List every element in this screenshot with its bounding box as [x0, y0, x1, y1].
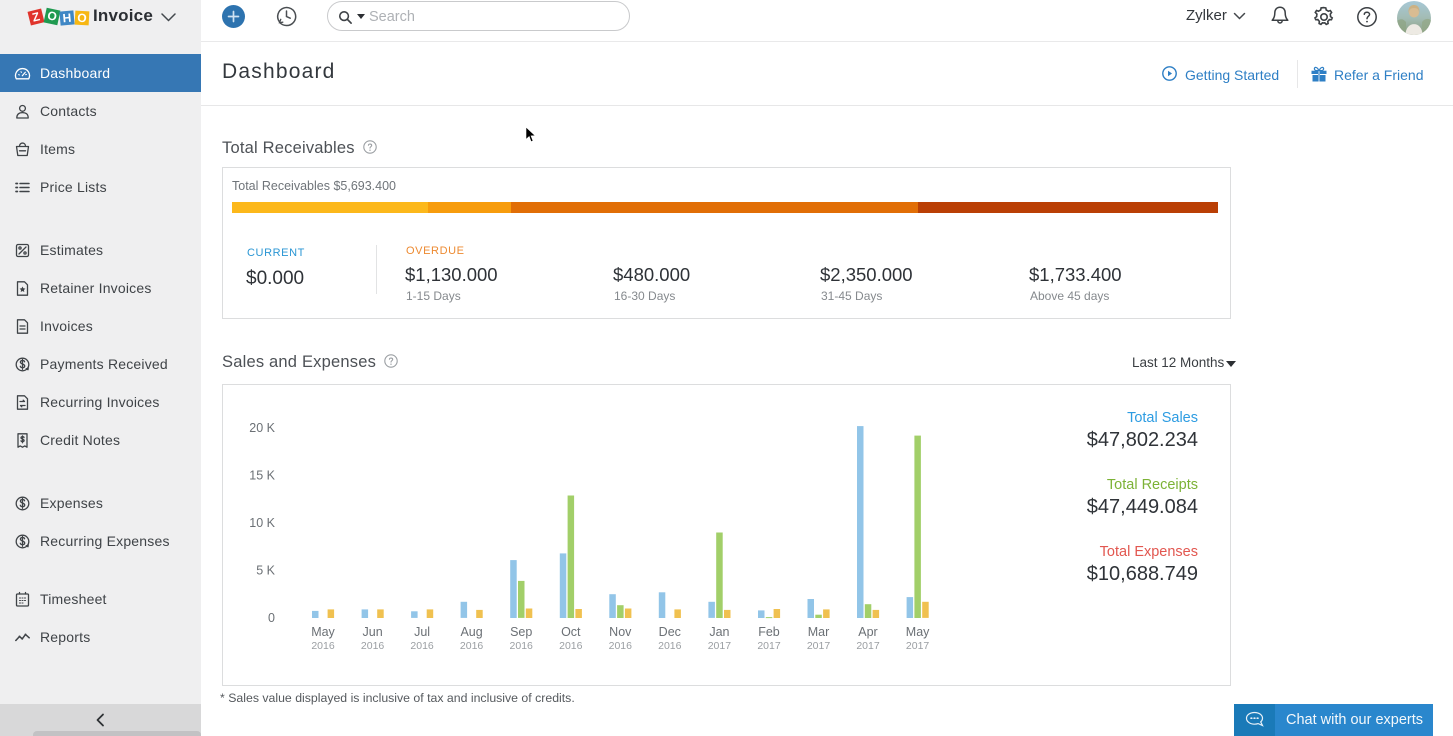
svg-text:2017: 2017 — [856, 640, 880, 652]
svg-text:2017: 2017 — [757, 640, 781, 652]
svg-text:5 K: 5 K — [256, 564, 275, 578]
svg-text:2016: 2016 — [460, 640, 484, 652]
svg-text:Mar: Mar — [808, 625, 830, 639]
svg-text:Sep: Sep — [510, 625, 532, 639]
svg-text:Total Sales: Total Sales — [1127, 410, 1198, 426]
svg-text:2016: 2016 — [361, 640, 385, 652]
svg-text:Total Receipts: Total Receipts — [1107, 477, 1198, 493]
svg-text:May: May — [906, 625, 930, 639]
svg-text:Oct: Oct — [561, 625, 581, 639]
svg-text:2017: 2017 — [708, 640, 732, 652]
svg-text:Aug: Aug — [460, 625, 482, 639]
svg-text:Apr: Apr — [858, 625, 877, 639]
svg-text:Jul: Jul — [414, 625, 430, 639]
svg-text:2016: 2016 — [559, 640, 583, 652]
svg-text:Dec: Dec — [659, 625, 681, 639]
svg-text:$10,688.749: $10,688.749 — [1087, 563, 1198, 585]
svg-text:15 K: 15 K — [249, 469, 275, 483]
svg-text:2016: 2016 — [658, 640, 682, 652]
svg-text:Jun: Jun — [363, 625, 383, 639]
svg-text:May: May — [311, 625, 335, 639]
svg-text:2017: 2017 — [906, 640, 930, 652]
svg-text:Nov: Nov — [609, 625, 632, 639]
svg-text:2016: 2016 — [410, 640, 434, 652]
svg-text:0: 0 — [268, 611, 275, 625]
svg-text:2017: 2017 — [807, 640, 831, 652]
svg-text:2016: 2016 — [609, 640, 633, 652]
svg-text:Jan: Jan — [709, 625, 729, 639]
svg-text:Total Expenses: Total Expenses — [1100, 544, 1198, 560]
svg-text:20 K: 20 K — [249, 421, 275, 435]
svg-text:$47,449.084: $47,449.084 — [1087, 496, 1198, 518]
svg-text:Feb: Feb — [758, 625, 780, 639]
svg-text:2016: 2016 — [311, 640, 335, 652]
svg-text:10 K: 10 K — [249, 516, 275, 530]
svg-text:2016: 2016 — [510, 640, 534, 652]
svg-text:$47,802.234: $47,802.234 — [1087, 429, 1198, 451]
